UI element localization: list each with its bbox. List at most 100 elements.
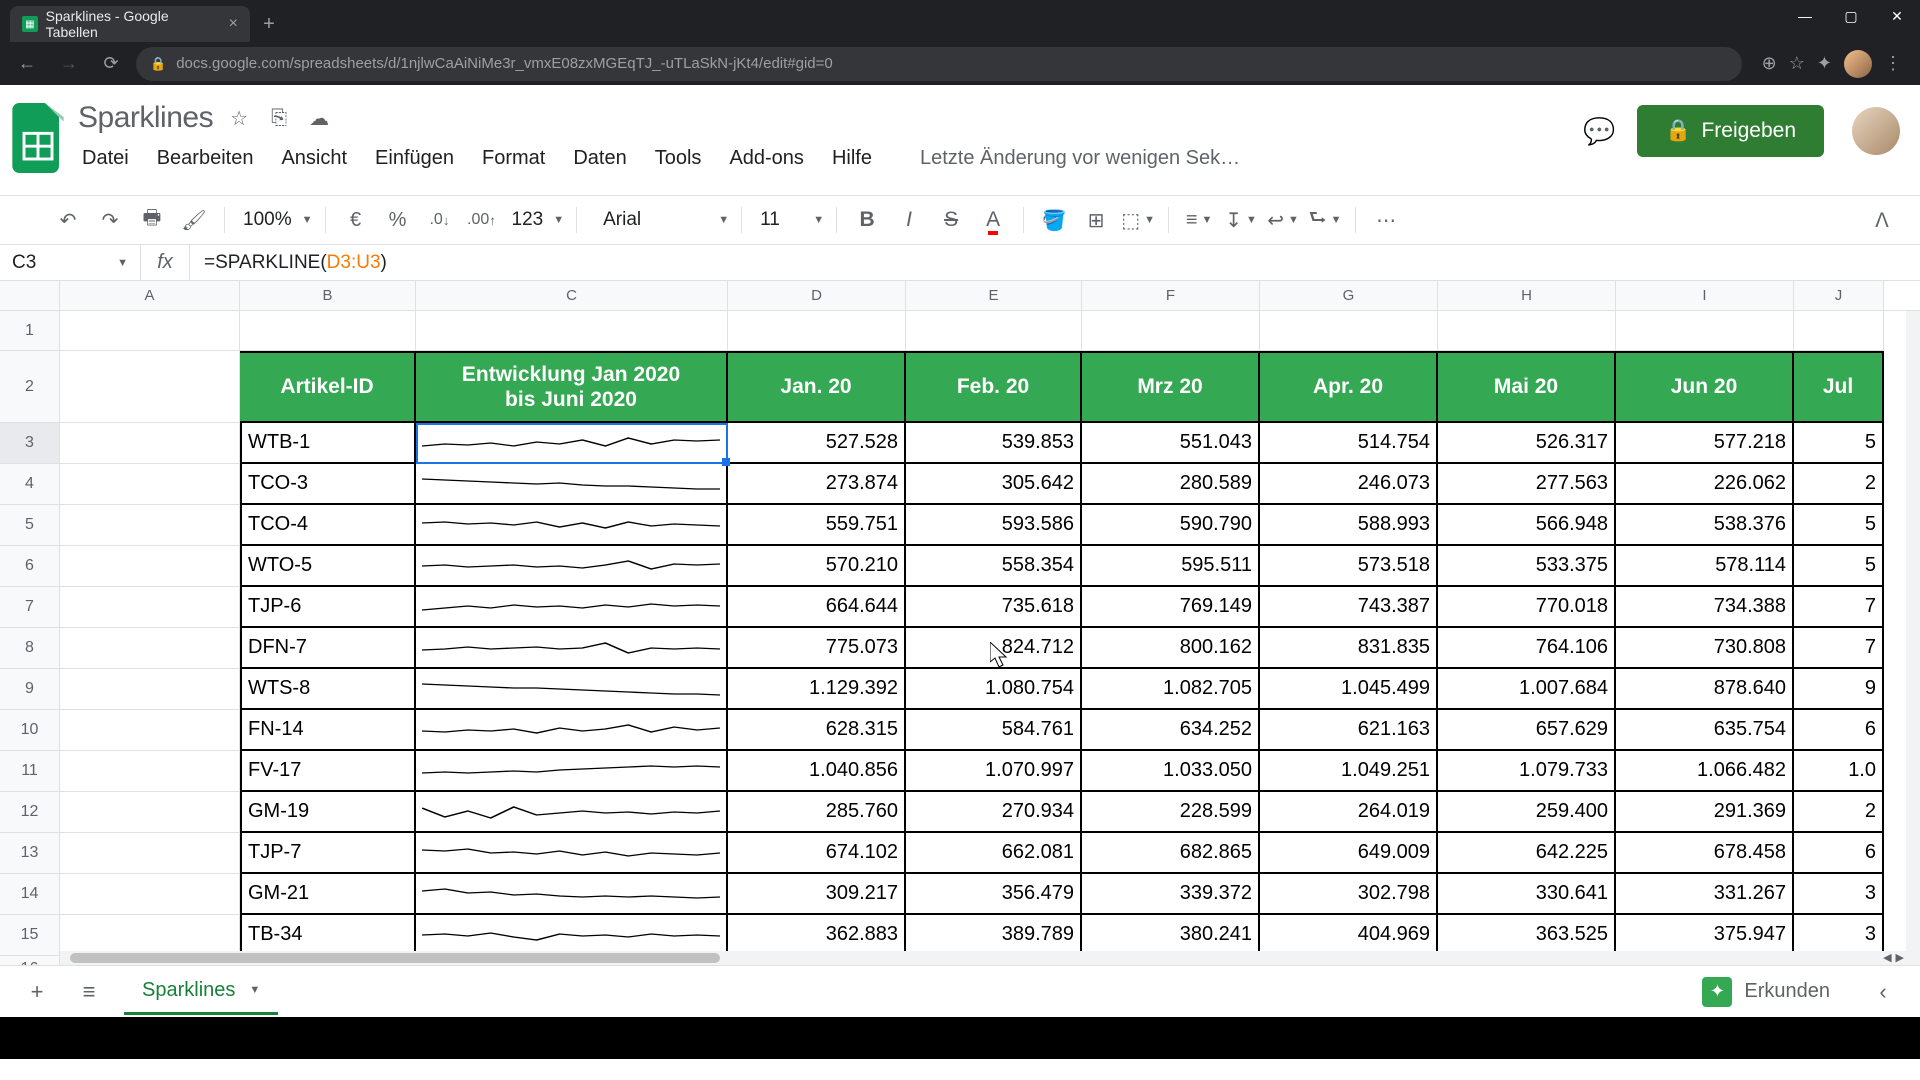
collapse-toolbar-button[interactable]: ᐱ (1864, 202, 1900, 238)
browser-profile-avatar[interactable] (1844, 50, 1872, 78)
paint-format-button[interactable]: 🖌 (176, 202, 212, 238)
cell-val-12-i[interactable]: 375.947 (1616, 915, 1794, 956)
header-month-0[interactable]: Jan. 20 (728, 351, 906, 423)
cell-val-2-j[interactable]: 5 (1794, 505, 1884, 546)
header-month-3[interactable]: Apr. 20 (1260, 351, 1438, 423)
cell-val-6-d[interactable]: 1.129.392 (728, 669, 906, 710)
cell-val-9-h[interactable]: 259.400 (1438, 792, 1616, 833)
sheets-app-icon[interactable] (12, 103, 64, 173)
cell-val-9-g[interactable]: 264.019 (1260, 792, 1438, 833)
cell-1-E[interactable] (906, 311, 1082, 351)
font-size-select[interactable]: 11▼ (754, 202, 824, 238)
header-month-2[interactable]: Mrz 20 (1082, 351, 1260, 423)
decrease-decimal-button[interactable]: .0↓ (422, 202, 458, 238)
cell-val-8-d[interactable]: 1.040.856 (728, 751, 906, 792)
cell-artikel-6[interactable]: WTS-8 (240, 669, 416, 710)
cell-15-A[interactable] (60, 915, 240, 956)
cell-val-5-j[interactable]: 7 (1794, 628, 1884, 669)
cell-artikel-4[interactable]: TJP-6 (240, 587, 416, 628)
cell-sparkline-9[interactable] (416, 792, 728, 833)
header-entwicklung[interactable]: Entwicklung Jan 2020bis Juni 2020 (416, 351, 728, 423)
cell-val-0-e[interactable]: 539.853 (906, 423, 1082, 464)
browser-menu-icon[interactable]: ⋮ (1884, 53, 1902, 74)
user-avatar[interactable] (1852, 107, 1900, 155)
cell-1-B[interactable] (240, 311, 416, 351)
cell-val-4-e[interactable]: 735.618 (906, 587, 1082, 628)
cell-val-4-f[interactable]: 769.149 (1082, 587, 1260, 628)
cell-val-0-h[interactable]: 526.317 (1438, 423, 1616, 464)
url-field[interactable]: 🔒 docs.google.com/spreadsheets/d/1njlwCa… (136, 47, 1742, 81)
cell-val-6-h[interactable]: 1.007.684 (1438, 669, 1616, 710)
cell-sparkline-10[interactable] (416, 833, 728, 874)
cell-artikel-8[interactable]: FV-17 (240, 751, 416, 792)
menu-hilfe[interactable]: Hilfe (832, 147, 872, 170)
cell-1-A[interactable] (60, 311, 240, 351)
cell-val-2-g[interactable]: 588.993 (1260, 505, 1438, 546)
row-header-8[interactable]: 8 (0, 628, 59, 669)
cell-artikel-11[interactable]: GM-21 (240, 874, 416, 915)
menu-format[interactable]: Format (482, 147, 545, 170)
cell-val-10-f[interactable]: 682.865 (1082, 833, 1260, 874)
col-header-D[interactable]: D (728, 281, 906, 310)
col-header-H[interactable]: H (1438, 281, 1616, 310)
sheet-tab-active[interactable]: Sparklines▼ (124, 969, 278, 1015)
menu-bearbeiten[interactable]: Bearbeiten (157, 147, 254, 170)
cell-val-7-g[interactable]: 621.163 (1260, 710, 1438, 751)
currency-button[interactable]: € (338, 202, 374, 238)
move-icon[interactable]: ⎘ (265, 104, 293, 132)
row-header-10[interactable]: 10 (0, 710, 59, 751)
cell-val-9-f[interactable]: 228.599 (1082, 792, 1260, 833)
browser-tab[interactable]: ▦ Sparklines - Google Tabellen × (10, 6, 250, 42)
cell-4-A[interactable] (60, 464, 240, 505)
cell-val-1-g[interactable]: 246.073 (1260, 464, 1438, 505)
cell-val-12-d[interactable]: 362.883 (728, 915, 906, 956)
cell-val-10-g[interactable]: 649.009 (1260, 833, 1438, 874)
cell-val-0-g[interactable]: 514.754 (1260, 423, 1438, 464)
share-button[interactable]: 🔒 Freigeben (1637, 105, 1824, 157)
cell-val-11-i[interactable]: 331.267 (1616, 874, 1794, 915)
vertical-align-button[interactable]: ↧▼ (1223, 202, 1259, 238)
cell-val-1-e[interactable]: 305.642 (906, 464, 1082, 505)
cell-val-11-h[interactable]: 330.641 (1438, 874, 1616, 915)
cell-val-3-e[interactable]: 558.354 (906, 546, 1082, 587)
cell-1-H[interactable] (1438, 311, 1616, 351)
cell-val-12-g[interactable]: 404.969 (1260, 915, 1438, 956)
menu-add-ons[interactable]: Add-ons (729, 147, 804, 170)
last-edit-text[interactable]: Letzte Änderung vor wenigen Sek… (920, 147, 1240, 170)
star-icon[interactable]: ☆ (225, 104, 253, 132)
cell-val-2-d[interactable]: 559.751 (728, 505, 906, 546)
italic-button[interactable]: I (891, 202, 927, 238)
menu-einfügen[interactable]: Einfügen (375, 147, 454, 170)
cell-val-12-j[interactable]: 3 (1794, 915, 1884, 956)
row-header-13[interactable]: 13 (0, 833, 59, 874)
more-tools-button[interactable]: ⋯ (1368, 202, 1404, 238)
col-header-E[interactable]: E (906, 281, 1082, 310)
col-header-C[interactable]: C (416, 281, 728, 310)
formula-input[interactable]: =SPARKLINE(D3:U3) (190, 251, 1920, 274)
cell-val-2-e[interactable]: 593.586 (906, 505, 1082, 546)
cell-artikel-7[interactable]: FN-14 (240, 710, 416, 751)
close-window-button[interactable]: ✕ (1874, 0, 1920, 32)
cell-sparkline-0[interactable] (416, 423, 728, 464)
cell-sparkline-3[interactable] (416, 546, 728, 587)
cell-val-11-j[interactable]: 3 (1794, 874, 1884, 915)
row-header-1[interactable]: 1 (0, 311, 59, 351)
cell-artikel-0[interactable]: WTB-1 (240, 423, 416, 464)
cell-val-0-f[interactable]: 551.043 (1082, 423, 1260, 464)
font-select[interactable]: Arial▼ (589, 202, 729, 238)
cell-val-2-f[interactable]: 590.790 (1082, 505, 1260, 546)
row-header-12[interactable]: 12 (0, 792, 59, 833)
cell-val-2-i[interactable]: 538.376 (1616, 505, 1794, 546)
cell-1-F[interactable] (1082, 311, 1260, 351)
cell-2-A[interactable] (60, 351, 240, 423)
cell-6-A[interactable] (60, 546, 240, 587)
cell-val-0-d[interactable]: 527.528 (728, 423, 906, 464)
cell-val-5-d[interactable]: 775.073 (728, 628, 906, 669)
cell-artikel-3[interactable]: WTO-5 (240, 546, 416, 587)
cell-val-12-h[interactable]: 363.525 (1438, 915, 1616, 956)
header-month-6[interactable]: Jul (1794, 351, 1884, 423)
cell-sparkline-11[interactable] (416, 874, 728, 915)
sheet-nav-arrows[interactable]: ◀▶ (1883, 951, 1904, 965)
cell-val-7-f[interactable]: 634.252 (1082, 710, 1260, 751)
cell-val-4-h[interactable]: 770.018 (1438, 587, 1616, 628)
